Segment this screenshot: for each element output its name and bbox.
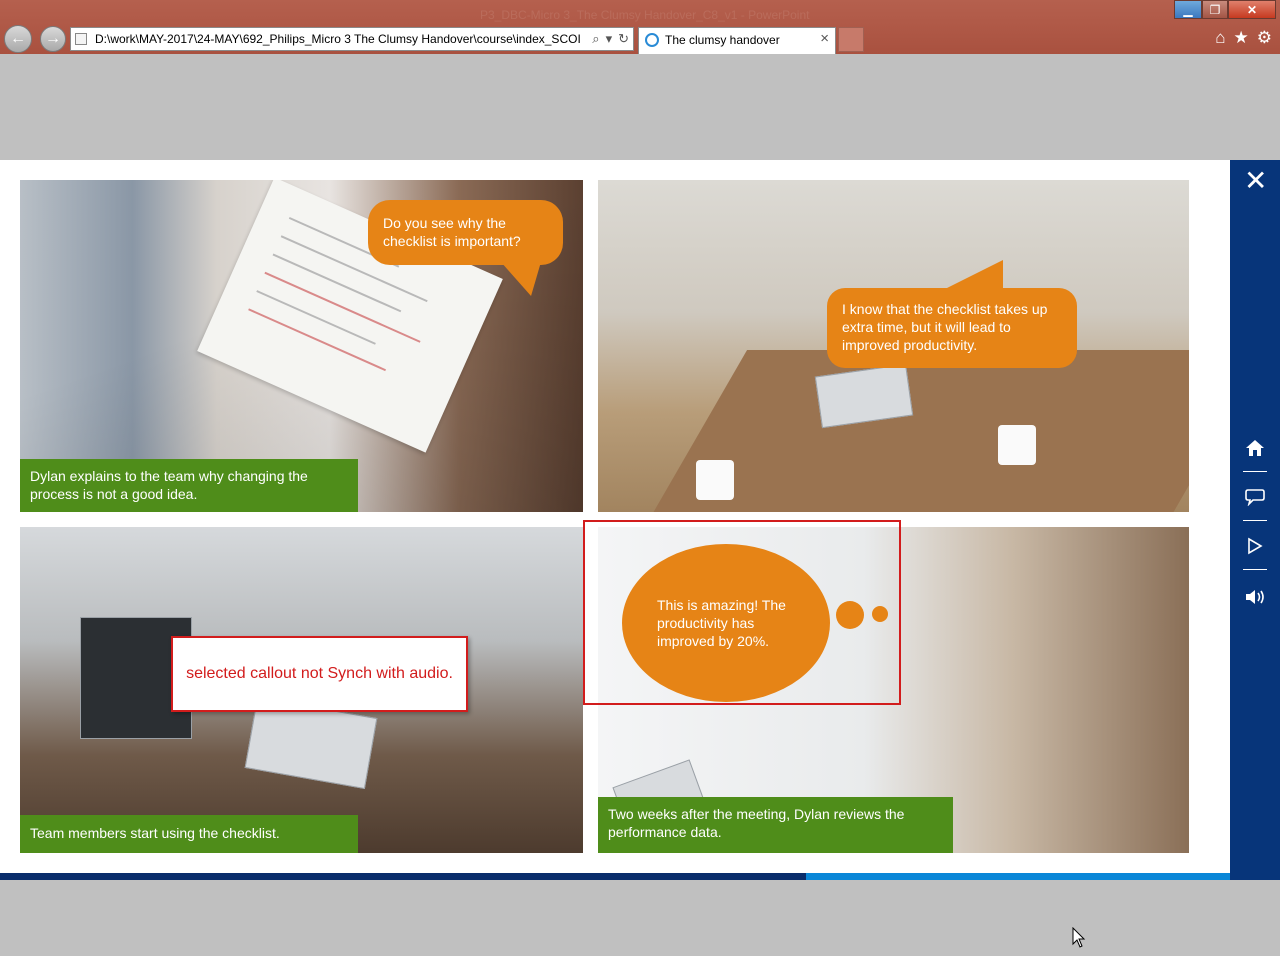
speaker-icon	[1246, 590, 1264, 604]
scene-panel-2: I know that the checklist takes up extra…	[598, 180, 1189, 512]
restore-icon: ❐	[1209, 2, 1221, 17]
play-button[interactable]	[1230, 526, 1280, 566]
home-icon	[1246, 440, 1264, 456]
search-icon[interactable]: ⌕	[592, 31, 599, 47]
page-icon	[75, 33, 87, 45]
minimize-icon: ▁	[1183, 2, 1193, 17]
scene-caption-1: Dylan explains to the team why changing …	[20, 459, 358, 512]
favorites-star-icon[interactable]: ★	[1234, 28, 1249, 48]
coffee-mug	[696, 460, 734, 500]
review-highlight-box	[583, 520, 901, 705]
home-icon[interactable]: ⌂	[1215, 28, 1225, 48]
course-progress-bar	[0, 873, 1230, 880]
course-side-nav: ✕	[1230, 160, 1280, 880]
coffee-mug	[998, 425, 1036, 465]
nav-divider	[1243, 569, 1267, 570]
close-window-button[interactable]: ✕	[1228, 0, 1276, 19]
nav-divider	[1243, 471, 1267, 472]
back-arrow-icon: ←	[10, 30, 26, 47]
new-tab-button[interactable]	[838, 27, 864, 52]
forward-arrow-icon: →	[45, 30, 61, 47]
speech-bubble-1: Do you see why the checklist is importan…	[368, 200, 563, 265]
back-button[interactable]: ←	[4, 25, 32, 53]
refresh-icon[interactable]: ↻	[618, 31, 629, 47]
speech-bubble-icon	[1245, 489, 1265, 506]
scene-caption-3: Team members start using the checklist.	[20, 815, 358, 853]
course-progress-fill	[0, 873, 806, 880]
address-url[interactable]: D:\work\MAY-2017\24-MAY\692_Philips_Micr…	[95, 32, 581, 46]
restore-button[interactable]: ❐	[1202, 0, 1228, 19]
speech-bubble-2-tail	[943, 260, 1003, 290]
minimize-button[interactable]: ▁	[1174, 0, 1202, 19]
review-comment-box: selected callout not Synch with audio.	[171, 636, 468, 712]
home-button[interactable]	[1230, 428, 1280, 468]
dropdown-icon[interactable]: ▾	[606, 31, 613, 47]
close-course-icon[interactable]: ✕	[1244, 167, 1267, 195]
internet-explorer-icon	[645, 33, 659, 47]
browser-chrome: P3_DBC-Micro 3_The Clumsy Handover_C8_v1…	[0, 0, 1280, 54]
scene-caption-4: Two weeks after the meeting, Dylan revie…	[598, 797, 953, 853]
forward-button[interactable]: →	[40, 26, 66, 52]
window-title: P3_DBC-Micro 3_The Clumsy Handover_C8_v1…	[480, 8, 810, 22]
address-bar[interactable]: D:\work\MAY-2017\24-MAY\692_Philips_Micr…	[70, 27, 634, 51]
tab-clumsy-handover[interactable]: The clumsy handover ×	[638, 27, 836, 54]
browser-toolbar: ⌂ ★ ⚙	[1215, 28, 1272, 48]
speech-bubble-2: I know that the checklist takes up extra…	[827, 288, 1077, 368]
window-controls: ▁ ❐ ✕	[1174, 0, 1276, 19]
nav-divider	[1243, 520, 1267, 521]
close-icon: ✕	[1246, 2, 1258, 17]
review-comment-text: selected callout not Synch with audio.	[186, 665, 453, 682]
play-icon	[1248, 537, 1263, 555]
settings-gear-icon[interactable]: ⚙	[1257, 28, 1272, 48]
transcript-button[interactable]	[1230, 477, 1280, 517]
scene-panel-1: Do you see why the checklist is importan…	[20, 180, 583, 512]
mouse-cursor-icon	[1072, 927, 1086, 948]
audio-button[interactable]	[1230, 577, 1280, 617]
tab-label: The clumsy handover	[665, 33, 780, 47]
tab-close-icon[interactable]: ×	[820, 30, 829, 47]
